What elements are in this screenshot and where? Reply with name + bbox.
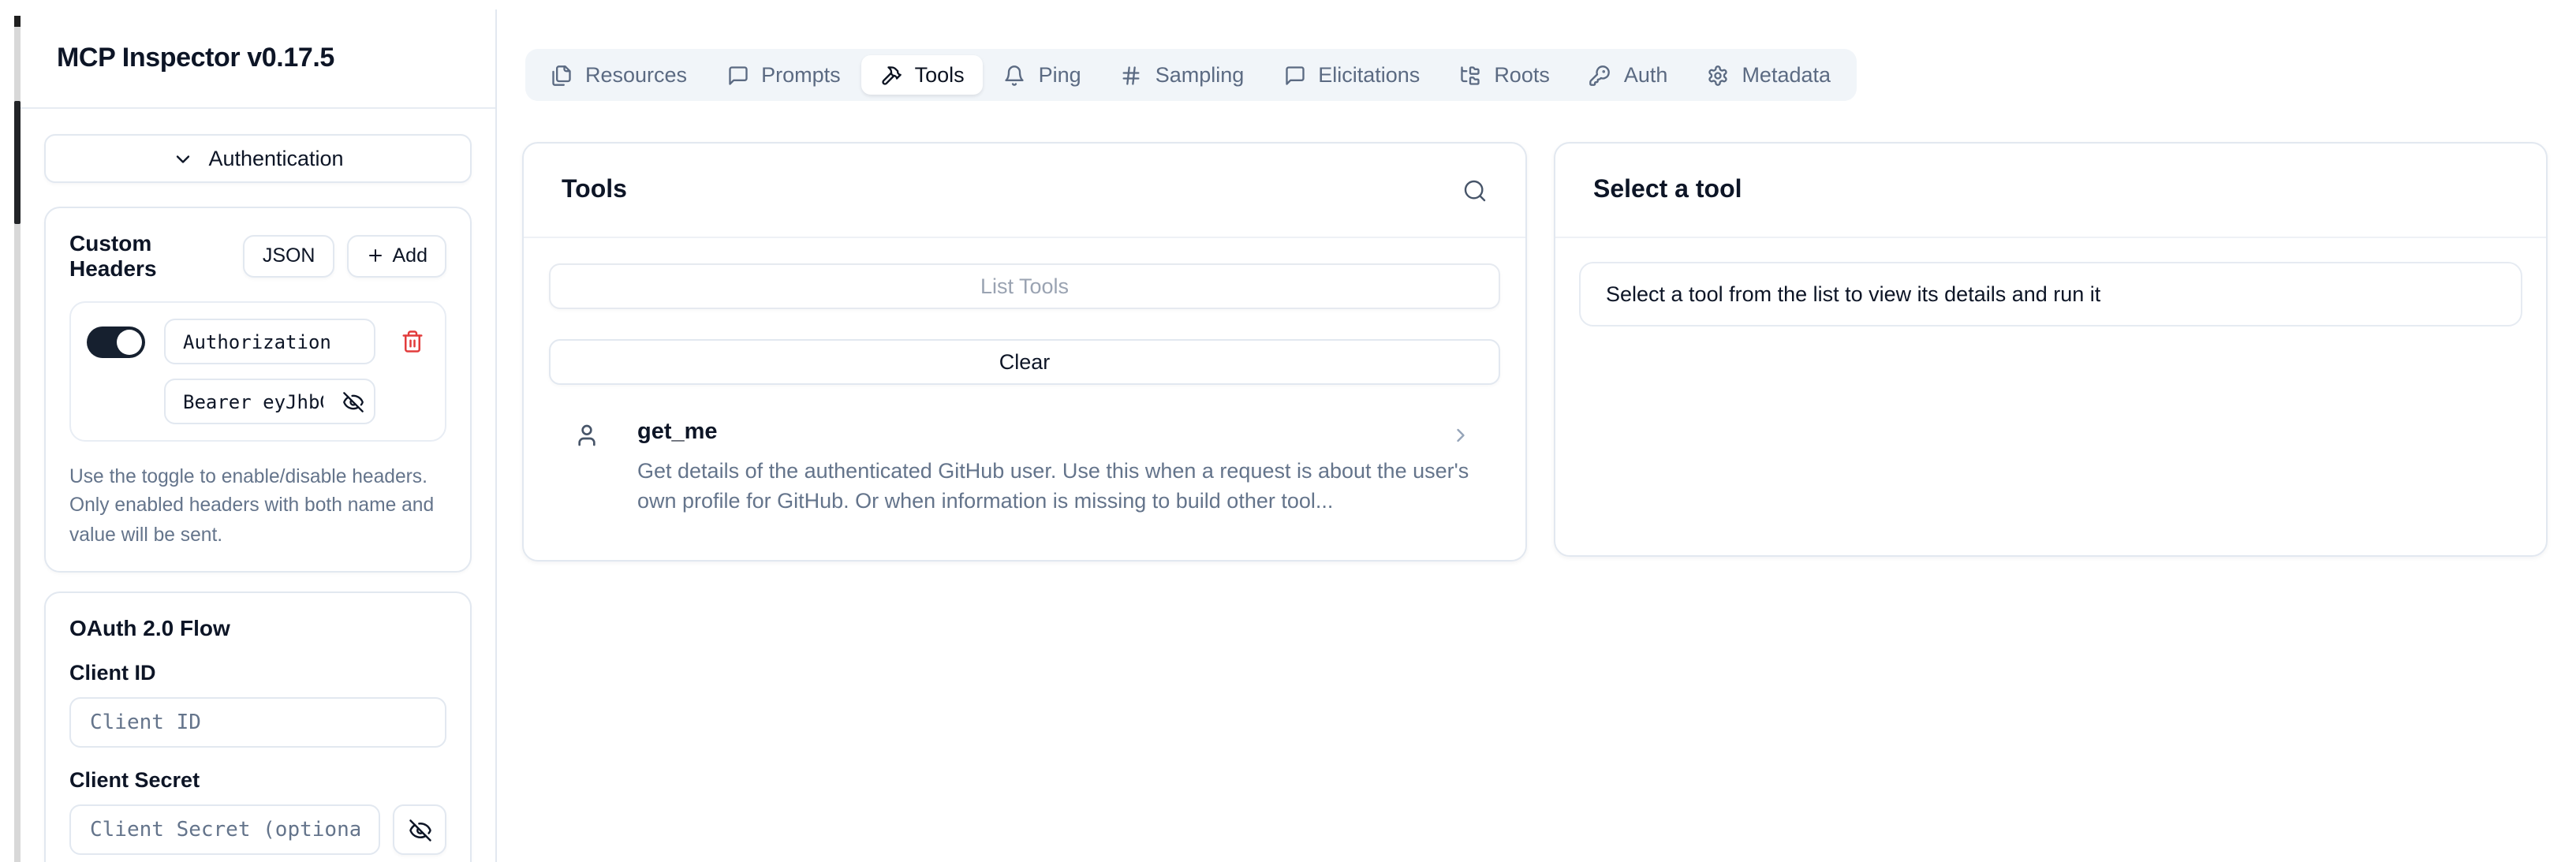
bell-icon xyxy=(1004,64,1026,86)
tools-panel: Tools List Tools Clear get_me Get detail… xyxy=(522,142,1527,562)
tab-prompts[interactable]: Prompts xyxy=(707,55,860,95)
plus-icon xyxy=(366,246,385,265)
client-secret-row xyxy=(69,805,446,856)
tab-label: Resources xyxy=(585,63,687,87)
hammer-icon xyxy=(880,64,902,86)
eye-off-icon xyxy=(342,390,364,412)
tab-label: Roots xyxy=(1494,63,1550,87)
toggle-header-value-visibility-button[interactable] xyxy=(342,390,364,412)
json-button-label: JSON xyxy=(263,244,315,267)
custom-headers-actions: JSON Add xyxy=(244,234,446,277)
detail-panel-header: Select a tool xyxy=(1555,144,2546,238)
sidebar: MCP Inspector v0.17.5 Authentication Cus… xyxy=(21,9,497,862)
chevron-down-icon xyxy=(172,147,194,170)
main-content: Resources Prompts Tools Ping Sampling El… xyxy=(497,0,2576,862)
sidebar-body: Authentication Custom Headers JSON Add xyxy=(21,109,495,862)
empty-state-message-box: Select a tool from the list to view its … xyxy=(1579,262,2522,327)
tab-label: Tools xyxy=(915,63,965,87)
oauth-title: OAuth 2.0 Flow xyxy=(69,616,446,641)
authentication-collapse-button[interactable]: Authentication xyxy=(44,134,472,183)
tools-panel-title: Tools xyxy=(562,176,627,204)
tab-label: Elicitations xyxy=(1318,63,1420,87)
authentication-label: Authentication xyxy=(208,147,343,170)
tab-ping[interactable]: Ping xyxy=(985,55,1100,95)
header-entry-value-row xyxy=(164,379,375,424)
key-icon xyxy=(1589,64,1611,86)
empty-state-message: Select a tool from the list to view its … xyxy=(1606,282,2100,306)
panels: Tools List Tools Clear get_me Get detail… xyxy=(522,142,2548,562)
tab-label: Sampling xyxy=(1155,63,1245,87)
chevron-right-icon xyxy=(1450,424,1472,446)
client-id-input[interactable] xyxy=(69,698,446,748)
tab-metadata[interactable]: Metadata xyxy=(1688,55,1850,95)
oauth-card: OAuth 2.0 Flow Client ID Client Secret R… xyxy=(44,592,472,862)
tab-resources[interactable]: Resources xyxy=(532,55,706,95)
json-button[interactable]: JSON xyxy=(244,234,334,277)
hash-icon xyxy=(1121,64,1143,86)
tab-bar: Resources Prompts Tools Ping Sampling El… xyxy=(525,49,1856,101)
client-id-label: Client ID xyxy=(69,662,446,685)
client-secret-label: Client Secret xyxy=(69,769,446,793)
user-icon xyxy=(574,423,599,448)
header-entry-card xyxy=(69,301,446,442)
list-tools-button[interactable]: List Tools xyxy=(549,263,1500,309)
gear-icon xyxy=(1707,64,1729,86)
toggle-client-secret-visibility-button[interactable] xyxy=(393,805,446,856)
app-root: MCP Inspector v0.17.5 Authentication Cus… xyxy=(0,0,2576,862)
tool-detail-panel: Select a tool Select a tool from the lis… xyxy=(1554,142,2548,557)
page-scrollbar-track xyxy=(14,16,21,862)
add-header-button[interactable]: Add xyxy=(347,234,447,277)
clear-tools-button[interactable]: Clear xyxy=(549,339,1500,385)
tool-description: Get details of the authenticated GitHub … xyxy=(637,456,1475,517)
app-title: MCP Inspector v0.17.5 xyxy=(57,43,334,74)
tools-panel-body: List Tools Clear get_me Get details of t… xyxy=(524,238,1525,542)
sidebar-header: MCP Inspector v0.17.5 xyxy=(21,9,495,109)
tool-item-text: get_me Get details of the authenticated … xyxy=(637,420,1475,517)
folder-tree-icon xyxy=(1459,64,1481,86)
custom-headers-header: Custom Headers JSON Add xyxy=(69,230,446,281)
tab-label: Metadata xyxy=(1742,63,1831,87)
headers-helper-text: Use the toggle to enable/disable headers… xyxy=(69,462,446,550)
header-name-input[interactable] xyxy=(164,319,375,364)
tab-roots[interactable]: Roots xyxy=(1440,55,1569,95)
toggle-knob xyxy=(117,329,142,354)
tab-tools[interactable]: Tools xyxy=(861,55,984,95)
tool-name: get_me xyxy=(637,420,1475,445)
header-enabled-toggle[interactable] xyxy=(87,326,145,357)
eye-off-icon xyxy=(408,819,431,842)
detail-panel-title: Select a tool xyxy=(1593,176,1742,204)
tab-sampling[interactable]: Sampling xyxy=(1102,55,1264,95)
search-tools-button[interactable] xyxy=(1462,177,1488,203)
page-scrollbar-cap xyxy=(14,16,21,27)
delete-header-button[interactable] xyxy=(394,324,429,359)
tab-label: Prompts xyxy=(761,63,841,87)
custom-headers-card: Custom Headers JSON Add xyxy=(44,207,472,573)
trash-icon xyxy=(400,330,424,353)
tab-label: Ping xyxy=(1039,63,1081,87)
message-square-icon xyxy=(1283,64,1305,86)
tab-auth[interactable]: Auth xyxy=(1570,55,1687,95)
message-square-icon xyxy=(726,64,749,86)
tool-list-item-get_me[interactable]: get_me Get details of the authenticated … xyxy=(549,420,1500,517)
add-button-label: Add xyxy=(393,244,428,267)
tab-label: Auth xyxy=(1624,63,1668,87)
search-icon xyxy=(1462,177,1488,203)
page-scrollbar-thumb[interactable] xyxy=(14,101,21,224)
custom-headers-title: Custom Headers xyxy=(69,230,244,281)
tab-elicitations[interactable]: Elicitations xyxy=(1264,55,1439,95)
header-entry-name-row xyxy=(87,319,429,364)
client-secret-input[interactable] xyxy=(69,805,380,856)
detail-panel-body: Select a tool from the list to view its … xyxy=(1555,238,2546,350)
tools-panel-header: Tools xyxy=(524,144,1525,238)
files-icon xyxy=(551,64,573,86)
